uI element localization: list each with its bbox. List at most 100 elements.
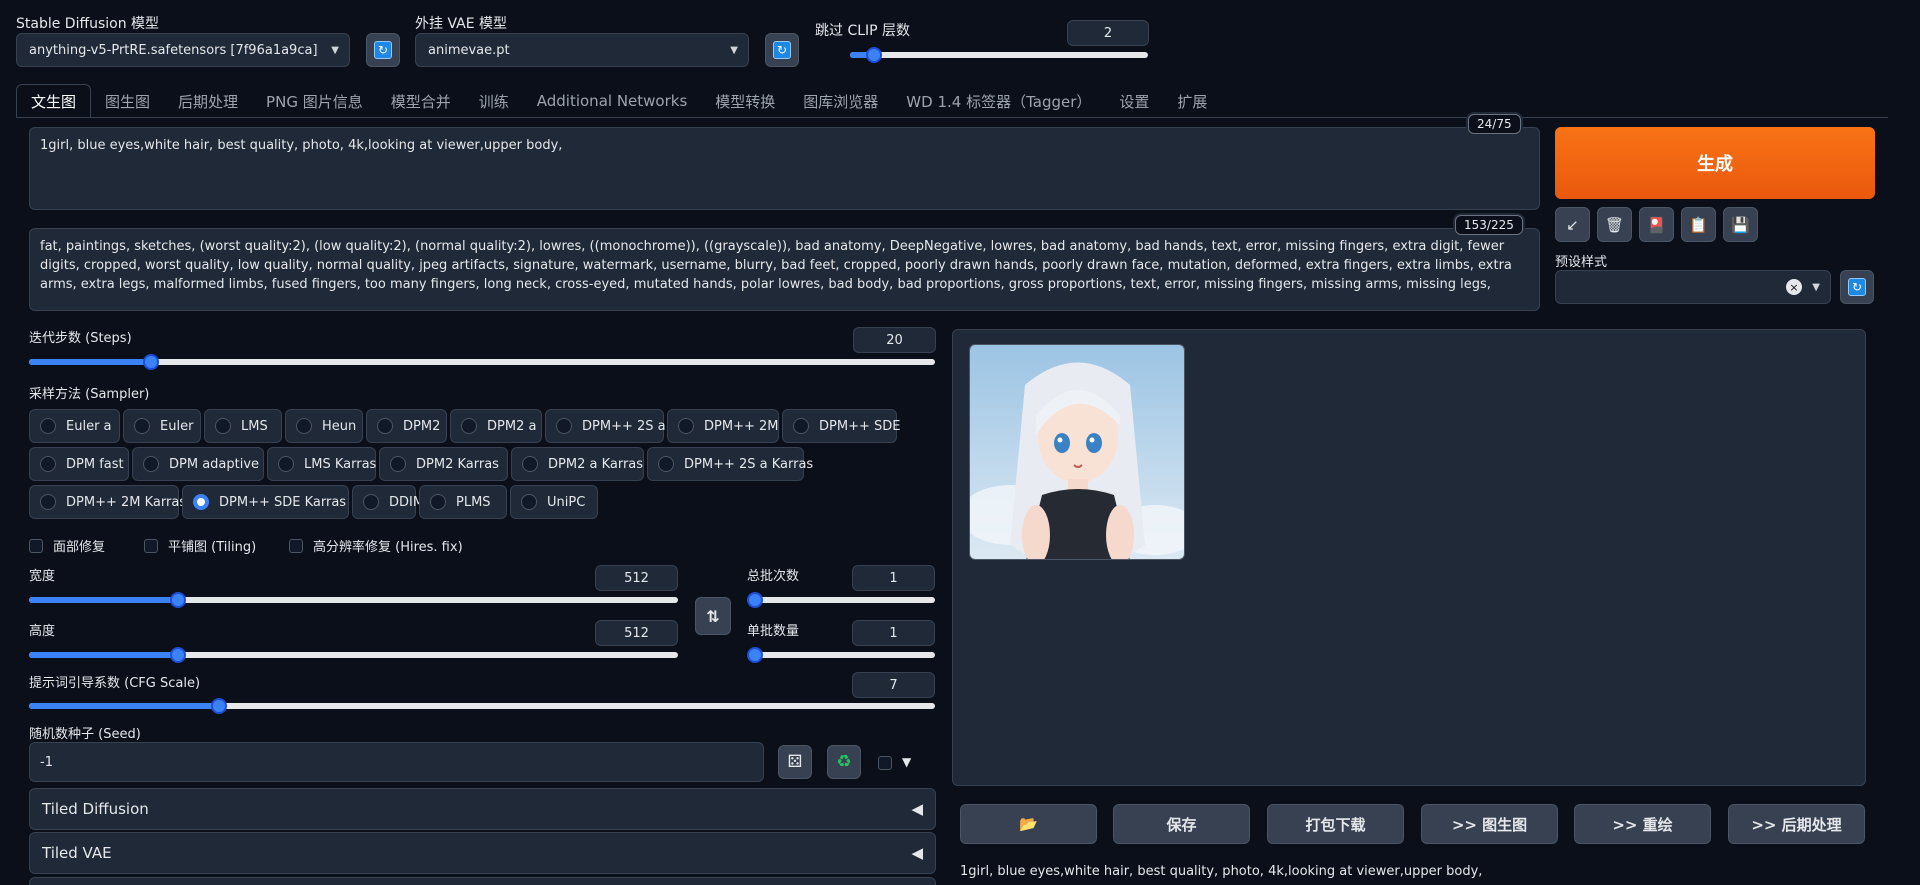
styles-dropdown[interactable]: × ▼: [1555, 270, 1831, 304]
extra-networks-button[interactable]: 🎴: [1639, 207, 1674, 242]
steps-input[interactable]: 20: [853, 327, 936, 353]
height-input[interactable]: 512: [595, 620, 678, 646]
steps-slider[interactable]: [29, 354, 935, 370]
slider-handle[interactable]: [747, 592, 763, 608]
sampler-option[interactable]: Heun: [285, 409, 363, 443]
clip-skip-input[interactable]: 2: [1067, 20, 1149, 46]
tiled-diffusion-accordion[interactable]: Tiled Diffusion ◀: [29, 788, 936, 830]
sampler-option[interactable]: LMS: [204, 409, 282, 443]
sampler-option[interactable]: DPM2 a Karras: [511, 447, 644, 481]
generated-image-thumbnail[interactable]: [969, 344, 1185, 560]
tab-10[interactable]: 设置: [1105, 84, 1163, 118]
sampler-option[interactable]: Euler: [123, 409, 201, 443]
tab-6[interactable]: Additional Networks: [523, 84, 702, 118]
send-to-inpaint-button[interactable]: >> 重绘: [1574, 804, 1711, 844]
radio-button[interactable]: [430, 494, 446, 510]
radio-button[interactable]: [522, 456, 538, 472]
tab-1[interactable]: 图生图: [91, 84, 164, 118]
radio-button[interactable]: [215, 418, 231, 434]
slider-handle[interactable]: [747, 647, 763, 663]
sampler-option[interactable]: DPM++ 2M Karras: [29, 485, 186, 519]
tab-8[interactable]: 图库浏览器: [789, 84, 892, 118]
tab-11[interactable]: 扩展: [1163, 84, 1221, 118]
tab-9[interactable]: WD 1.4 标签器（Tagger）: [892, 84, 1105, 118]
refresh-model-button[interactable]: ↻: [366, 33, 400, 67]
checkbox-box[interactable]: [144, 538, 158, 553]
read-params-button[interactable]: ↙: [1555, 207, 1590, 242]
radio-button[interactable]: [278, 456, 294, 472]
negative-prompt-textarea[interactable]: fat, paintings, sketches, (worst quality…: [29, 228, 1540, 311]
tab-2[interactable]: 后期处理: [164, 84, 252, 118]
batch-count-input[interactable]: 1: [852, 565, 935, 591]
tab-5[interactable]: 训练: [465, 84, 523, 118]
radio-button[interactable]: [658, 456, 674, 472]
cfg-input[interactable]: 7: [852, 672, 935, 698]
width-slider[interactable]: [29, 592, 678, 608]
radio-button[interactable]: [40, 456, 56, 472]
radio-button[interactable]: [134, 418, 150, 434]
send-to-extras-button[interactable]: >> 后期处理: [1728, 804, 1865, 844]
sampler-option[interactable]: DPM adaptive: [132, 447, 264, 481]
save-style-button[interactable]: 💾: [1723, 207, 1758, 242]
slider-handle[interactable]: [170, 592, 187, 608]
prompt-textarea[interactable]: 1girl, blue eyes,white hair, best qualit…: [29, 127, 1540, 210]
sampler-option[interactable]: DDIM: [352, 485, 424, 519]
save-button[interactable]: 保存: [1113, 804, 1250, 844]
height-slider[interactable]: [29, 647, 678, 663]
slider-handle[interactable]: [865, 47, 882, 63]
tab-4[interactable]: 模型合并: [377, 84, 465, 118]
radio-button[interactable]: [556, 418, 572, 434]
tab-3[interactable]: PNG 图片信息: [252, 84, 377, 118]
radio-button[interactable]: [678, 418, 694, 434]
open-folder-button[interactable]: 📂: [960, 804, 1097, 844]
zip-download-button[interactable]: 打包下载: [1267, 804, 1404, 844]
vae-dropdown[interactable]: animevae.pt ▼: [415, 33, 749, 67]
tiled-vae-accordion[interactable]: Tiled VAE ◀: [29, 832, 936, 874]
extra-seed-checkbox[interactable]: [878, 756, 892, 770]
swap-dimensions-button[interactable]: ⇅: [695, 597, 731, 635]
slider-handle[interactable]: [211, 698, 228, 714]
sampler-option[interactable]: UniPC: [510, 485, 598, 519]
seed-input[interactable]: -1: [29, 742, 764, 782]
clear-prompt-button[interactable]: 🗑: [1597, 207, 1632, 242]
send-to-img2img-button[interactable]: >> 图生图: [1421, 804, 1558, 844]
radio-button[interactable]: [377, 418, 393, 434]
clear-icon[interactable]: ×: [1786, 279, 1802, 295]
tab-0[interactable]: 文生图: [16, 84, 92, 118]
cfg-slider[interactable]: [29, 698, 935, 714]
clip-skip-slider[interactable]: [850, 47, 1148, 63]
radio-button[interactable]: [193, 494, 209, 510]
apply-style-button[interactable]: 📋: [1681, 207, 1716, 242]
radio-button[interactable]: [296, 418, 312, 434]
random-seed-button[interactable]: ⚄: [778, 745, 812, 779]
radio-button[interactable]: [143, 456, 159, 472]
radio-button[interactable]: [461, 418, 477, 434]
sampler-option[interactable]: DPM2 Karras: [379, 447, 508, 481]
triangle-down-icon[interactable]: ▼: [902, 755, 911, 769]
sampler-option[interactable]: LMS Karras: [267, 447, 376, 481]
slider-handle[interactable]: [143, 354, 160, 370]
radio-button[interactable]: [40, 418, 56, 434]
checkbox-box[interactable]: [29, 538, 43, 553]
tiling-checkbox[interactable]: 平铺图 (Tiling): [144, 536, 256, 555]
batch-size-slider[interactable]: [747, 647, 935, 663]
width-input[interactable]: 512: [595, 565, 678, 591]
sampler-option[interactable]: PLMS: [419, 485, 507, 519]
generate-button[interactable]: 生成: [1555, 127, 1875, 199]
batch-count-slider[interactable]: [747, 592, 935, 608]
refresh-vae-button[interactable]: ↻: [765, 33, 799, 67]
sampler-option[interactable]: DPM2: [366, 409, 447, 443]
sampler-option[interactable]: DPM++ SDE Karras: [182, 485, 349, 519]
restore-faces-checkbox[interactable]: 面部修复: [29, 536, 105, 555]
radio-button[interactable]: [390, 456, 406, 472]
radio-button[interactable]: [521, 494, 537, 510]
radio-button[interactable]: [793, 418, 809, 434]
sampler-option[interactable]: DPM++ SDE: [782, 409, 900, 443]
hires-fix-checkbox[interactable]: 高分辨率修复 (Hires. fix): [289, 536, 463, 555]
sampler-option[interactable]: Euler a: [29, 409, 120, 443]
batch-size-input[interactable]: 1: [852, 620, 935, 646]
sampler-option[interactable]: DPM++ 2S a: [545, 409, 666, 443]
tab-7[interactable]: 模型转换: [701, 84, 789, 118]
refresh-styles-button[interactable]: ↻: [1840, 270, 1874, 304]
sampler-option[interactable]: DPM++ 2S a Karras: [647, 447, 813, 481]
